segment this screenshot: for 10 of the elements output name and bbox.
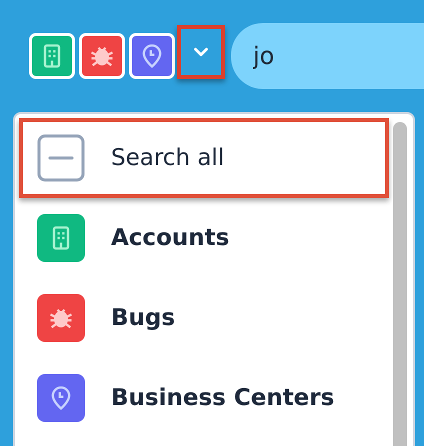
dropdown-item[interactable]: Bugs <box>15 278 389 358</box>
module-chip[interactable] <box>79 33 125 79</box>
dropdown-item[interactable]: Business Centers <box>15 358 389 438</box>
module-chip[interactable] <box>29 33 75 79</box>
indeterminate-checkbox-icon <box>37 134 85 182</box>
dropdown-item[interactable]: Search all <box>19 118 389 198</box>
module-chip[interactable] <box>129 33 175 79</box>
scrollbar[interactable] <box>393 122 407 446</box>
dropdown-toggle[interactable] <box>177 25 225 79</box>
dropdown-item[interactable]: Accounts <box>15 198 389 278</box>
